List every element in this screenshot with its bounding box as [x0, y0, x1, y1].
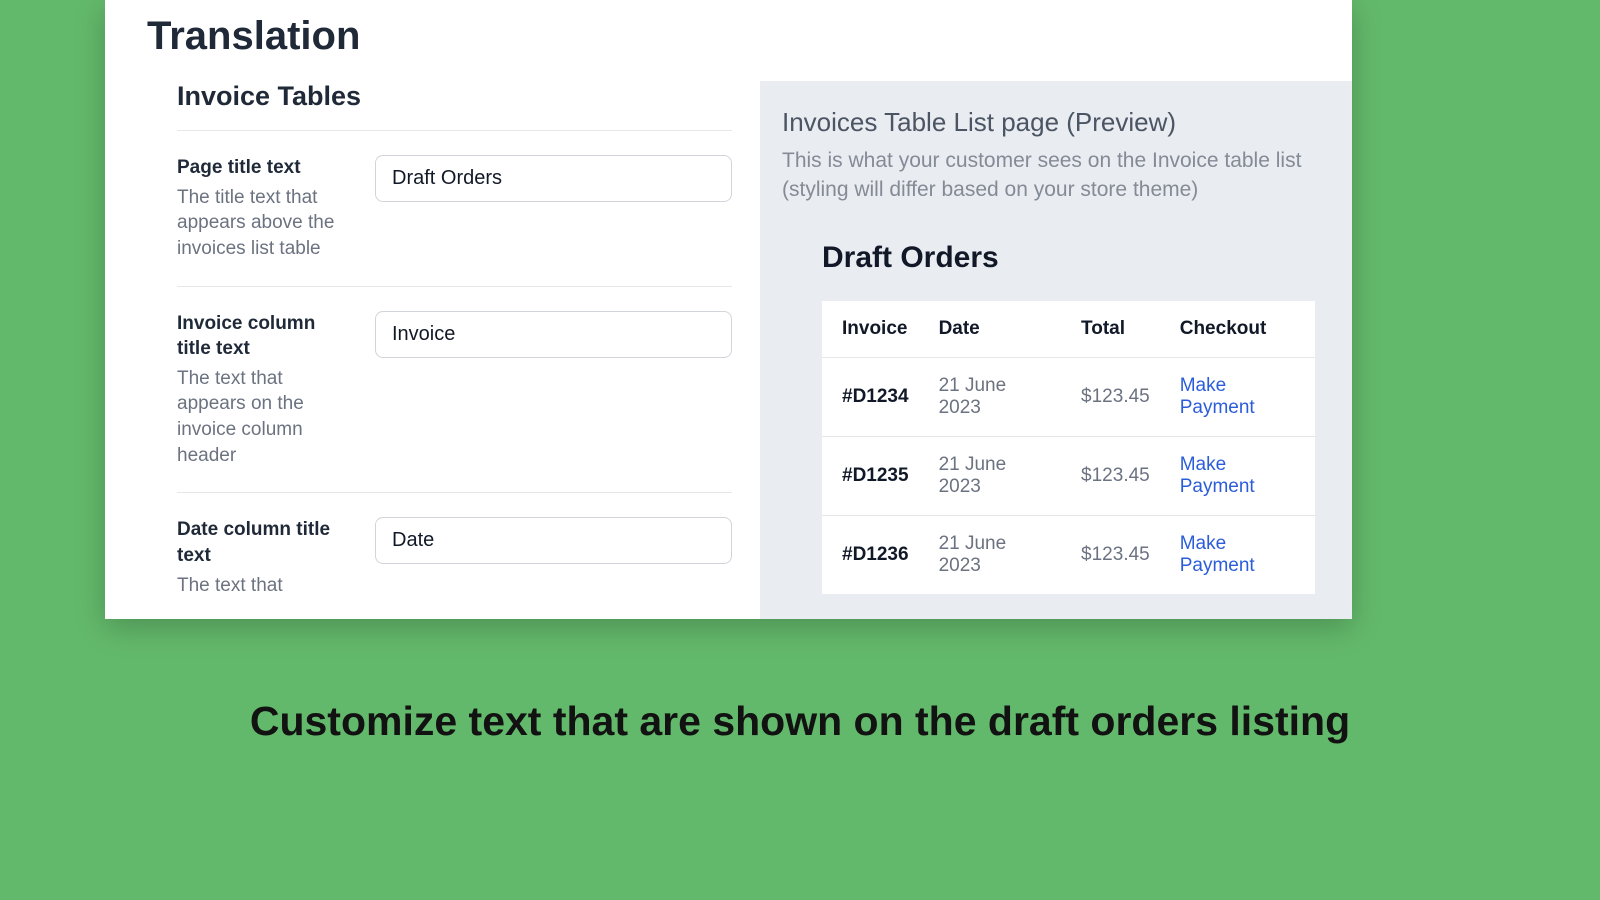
field-help: The title text that appears above the in… [177, 185, 351, 262]
make-payment-link[interactable]: Make Payment [1180, 375, 1255, 418]
field-label: Invoice column title text [177, 311, 351, 362]
field-help: The text that appears on the invoice col… [177, 366, 351, 469]
field-invoice-column-title: Invoice column title text The text that … [177, 311, 732, 469]
invoice-column-input[interactable] [375, 311, 732, 358]
cell-date: 21 June 2023 [919, 357, 1061, 436]
settings-panel: Invoice Tables Page title text The title… [105, 81, 760, 619]
divider [177, 286, 732, 287]
preview-table: Invoice Date Total Checkout #D1234 21 Ju… [822, 301, 1315, 594]
divider [177, 130, 732, 131]
col-header-date: Date [919, 301, 1061, 358]
table-row: #D1236 21 June 2023 $123.45 Make Payment [822, 515, 1315, 594]
table-row: #D1235 21 June 2023 $123.45 Make Payment [822, 436, 1315, 515]
marketing-caption: Customize text that are shown on the dra… [0, 698, 1600, 745]
field-label: Date column title text [177, 517, 351, 568]
preview-heading: Draft Orders [782, 241, 1324, 275]
cell-date: 21 June 2023 [919, 515, 1061, 594]
section-heading: Invoice Tables [177, 81, 732, 130]
divider [177, 492, 732, 493]
cell-total: $123.45 [1061, 357, 1160, 436]
field-label: Page title text [177, 155, 351, 181]
cell-invoice: #D1234 [822, 357, 919, 436]
table-row: #D1234 21 June 2023 $123.45 Make Payment [822, 357, 1315, 436]
date-column-input[interactable] [375, 517, 732, 564]
preview-title: Invoices Table List page (Preview) [782, 107, 1324, 138]
cell-total: $123.45 [1061, 515, 1160, 594]
make-payment-link[interactable]: Make Payment [1180, 533, 1255, 576]
page-title: Translation [105, 0, 1352, 81]
cell-date: 21 June 2023 [919, 436, 1061, 515]
cell-invoice: #D1235 [822, 436, 919, 515]
field-date-column-title: Date column title text The text that [177, 517, 732, 598]
col-header-total: Total [1061, 301, 1160, 358]
cell-invoice: #D1236 [822, 515, 919, 594]
field-page-title-text: Page title text The title text that appe… [177, 155, 732, 262]
cell-total: $123.45 [1061, 436, 1160, 515]
col-header-checkout: Checkout [1160, 301, 1315, 358]
make-payment-link[interactable]: Make Payment [1180, 454, 1255, 497]
preview-subtitle: This is what your customer sees on the I… [782, 146, 1324, 205]
page-title-input[interactable] [375, 155, 732, 202]
field-help: The text that [177, 573, 351, 599]
col-header-invoice: Invoice [822, 301, 919, 358]
preview-panel: Invoices Table List page (Preview) This … [760, 81, 1352, 619]
